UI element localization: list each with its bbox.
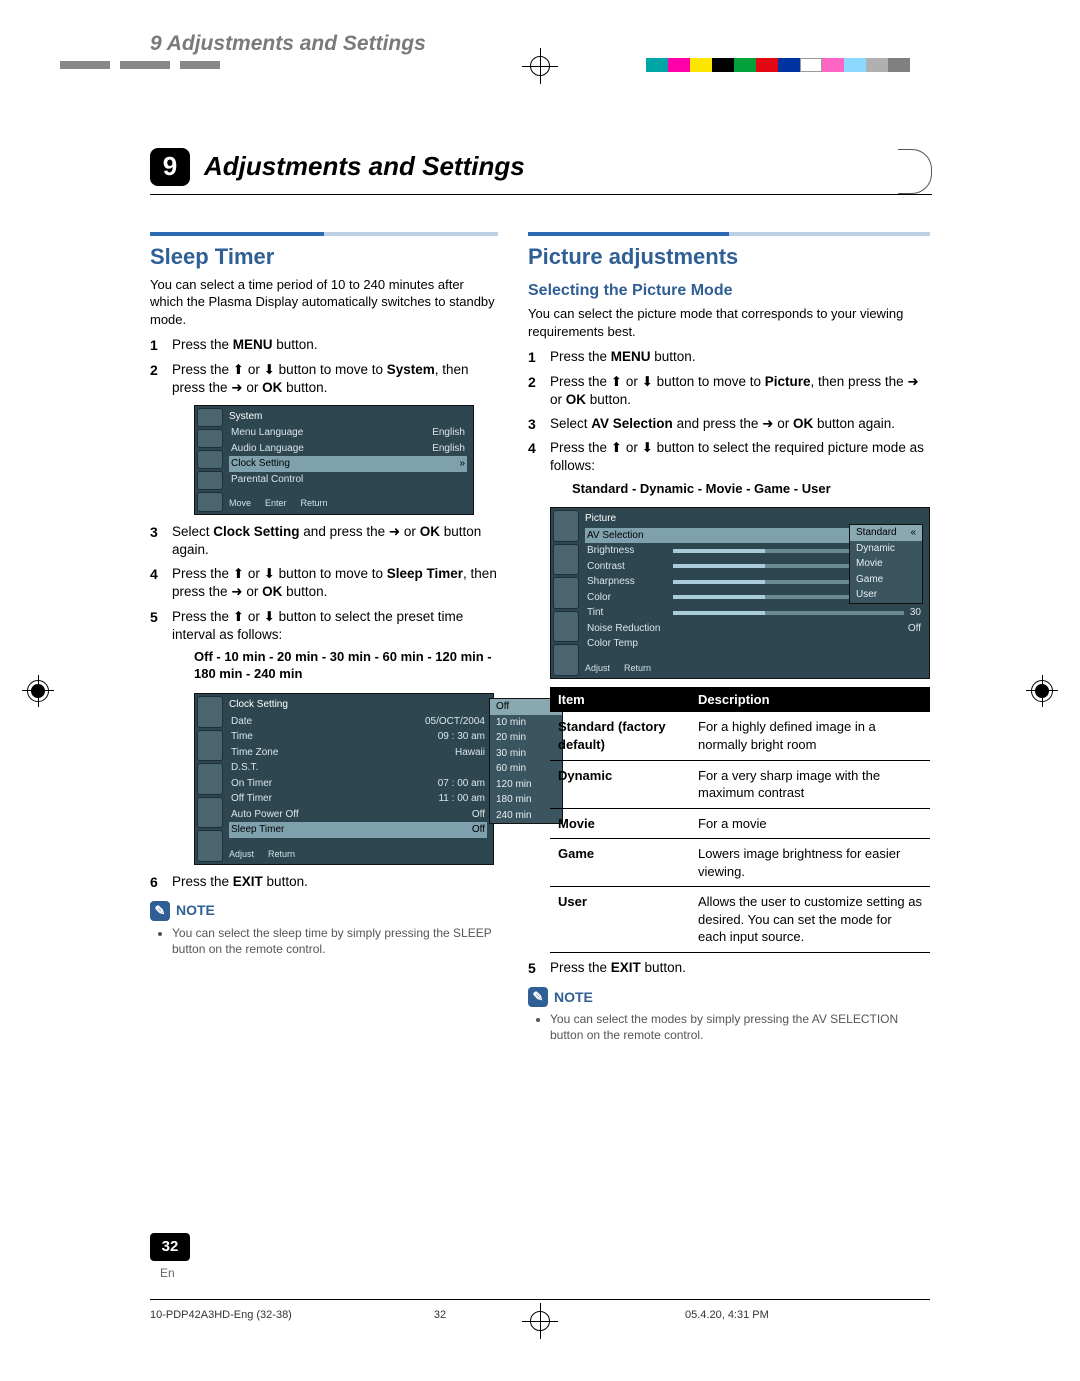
step: Press the ⬆ or ⬇ button to move to Sleep… [150, 565, 498, 601]
up-arrow-icon: ⬆ [233, 609, 244, 624]
note-item: You can select the sleep time by simply … [172, 925, 498, 957]
col-right: Picture adjustments Selecting the Pictur… [528, 232, 930, 1043]
picture-mode-table: Item Description Standard (factory defau… [550, 687, 930, 953]
step: Press the ⬆ or ⬇ button to select the re… [528, 439, 930, 953]
step: Select Clock Setting and press the ➜ or … [150, 523, 498, 559]
page-number-lang: En [160, 1265, 175, 1281]
note-icon: ✎ [150, 901, 170, 921]
right-arrow-icon: ➜ [231, 584, 242, 599]
registration-mark-icon [526, 52, 554, 80]
up-arrow-icon: ⬆ [233, 566, 244, 581]
osd-title: System [229, 410, 467, 424]
picture-steps: Press the MENU button. Press the ⬆ or ⬇ … [528, 348, 930, 977]
note-icon: ✎ [528, 987, 548, 1007]
registration-right-icon [1028, 677, 1056, 705]
up-arrow-icon: ⬆ [611, 374, 622, 389]
note-list: You can select the modes by simply press… [542, 1011, 930, 1043]
step: Press the EXIT button. [528, 959, 930, 977]
step: Press the ⬆ or ⬇ button to select the pr… [150, 608, 498, 865]
down-arrow-icon: ⬇ [642, 374, 653, 389]
osd-clock-screenshot: Clock Setting Date05/OCT/2004 Time09 : 3… [194, 693, 494, 865]
down-arrow-icon: ⬇ [642, 440, 653, 455]
chapter-head: 9 Adjustments and Settings [150, 148, 930, 186]
chapter-number: 9 [150, 148, 190, 186]
picture-intro: You can select the picture mode that cor… [528, 305, 930, 340]
sleep-steps: Press the MENU button. Press the ⬆ or ⬇ … [150, 336, 498, 891]
step: Select AV Selection and press the ➜ or O… [528, 415, 930, 433]
step: Press the MENU button. [528, 348, 930, 366]
up-arrow-icon: ⬆ [233, 362, 244, 377]
chapter-rule [150, 194, 932, 195]
slug-file: 10-PDP42A3HD-Eng (32-38) [150, 1308, 395, 1323]
note-heading: ✎ NOTE [528, 987, 930, 1007]
step: Press the EXIT button. [150, 873, 498, 891]
osd-row: Audio LanguageEnglish [229, 441, 467, 457]
up-arrow-icon: ⬆ [611, 440, 622, 455]
down-arrow-icon: ⬇ [264, 362, 275, 377]
running-head: 9 Adjustments and Settings [150, 30, 426, 58]
th-item: Item [550, 687, 690, 713]
section-rule [150, 232, 498, 236]
right-arrow-icon: ➜ [231, 380, 242, 395]
timer-options: Off - 10 min - 20 min - 30 min - 60 min … [194, 648, 498, 683]
section-rule [528, 232, 930, 236]
osd-system-screenshot: System Menu LanguageEnglish Audio Langua… [194, 405, 474, 515]
col-left: Sleep Timer You can select a time period… [150, 232, 498, 1043]
osd-popup: Standard« Dynamic Movie Game User [849, 524, 923, 604]
down-arrow-icon: ⬇ [264, 609, 275, 624]
right-arrow-icon: ➜ [907, 374, 918, 389]
note-list: You can select the sleep time by simply … [164, 925, 498, 957]
th-desc: Description [690, 687, 930, 713]
registration-left-icon [24, 677, 52, 705]
right-arrow-icon: ➜ [389, 524, 400, 539]
registration-mark-bottom-icon [526, 1307, 554, 1335]
osd-row: Menu LanguageEnglish [229, 425, 467, 441]
section-picture-adjustments: Picture adjustments [528, 242, 930, 272]
step: Press the MENU button. [150, 336, 498, 354]
mode-list: Standard - Dynamic - Movie - Game - User [572, 480, 930, 498]
step: Press the ⬆ or ⬇ button to move to Syste… [150, 361, 498, 515]
slug-page: 32 [395, 1308, 485, 1323]
chapter-title: Adjustments and Settings [204, 149, 930, 184]
osd-footer: Move Enter Return [229, 497, 467, 509]
down-arrow-icon: ⬇ [264, 566, 275, 581]
note-item: You can select the modes by simply press… [550, 1011, 930, 1043]
osd-row: Parental Control [229, 472, 467, 488]
osd-row-selected: Clock Setting» [229, 456, 467, 472]
step: Press the ⬆ or ⬇ button to move to Pictu… [528, 373, 930, 409]
right-arrow-icon: ➜ [762, 416, 773, 431]
chapter-cap-decor [898, 149, 932, 194]
note-heading: ✎ NOTE [150, 901, 498, 921]
page: 9 Adjustments and Settings 9 Adjustments… [0, 0, 1080, 1381]
osd-picture-screenshot: Picture AV SelectionStandard Brightness3… [550, 507, 930, 679]
section-sleep-timer: Sleep Timer [150, 242, 498, 272]
subsection-picture-mode: Selecting the Picture Mode [528, 280, 930, 302]
content-columns: Sleep Timer You can select a time period… [150, 232, 930, 1043]
osd-title: Clock Setting [229, 698, 487, 712]
page-number: 32 [150, 1233, 190, 1261]
sleep-intro: You can select a time period of 10 to 24… [150, 276, 498, 329]
